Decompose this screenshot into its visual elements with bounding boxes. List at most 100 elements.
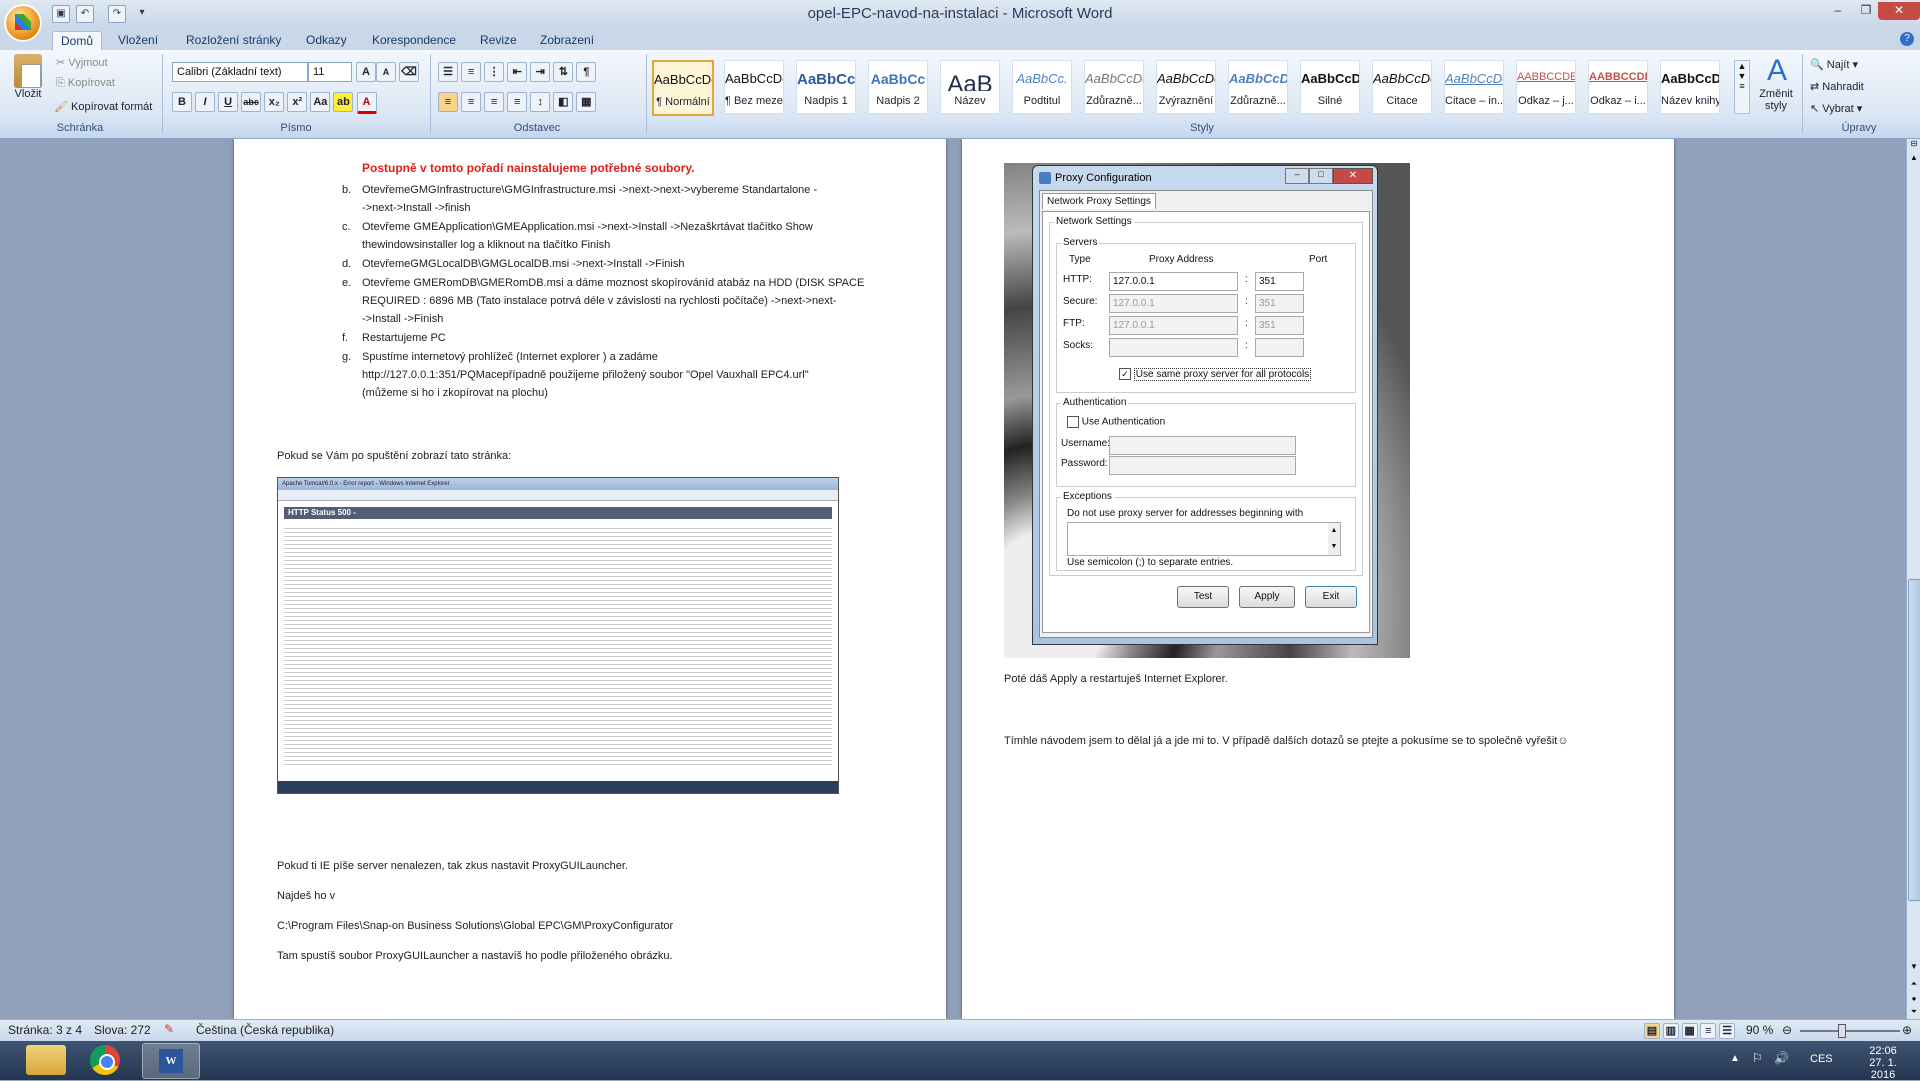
style-7[interactable]: AaBbCcDc Zdůrazně...	[1084, 60, 1144, 114]
minimize-icon[interactable]: –	[1824, 2, 1852, 20]
style-8[interactable]: AaBbCcDc Zvýraznění	[1156, 60, 1216, 114]
style-12[interactable]: AaBbCcDc Citace – in...	[1444, 60, 1504, 114]
scroll-arrows-icon[interactable]: ▲ ▼	[1328, 523, 1340, 555]
style-10[interactable]: AaBbCcDc Silné	[1300, 60, 1360, 114]
clock[interactable]: 22:06 27. 1. 2016	[1858, 1045, 1908, 1081]
copy-button[interactable]: ⎘ Kopírovat	[56, 77, 115, 90]
style-15[interactable]: AaBbCcDc Název knihy	[1660, 60, 1720, 114]
zoom-out-icon[interactable]: ⊖	[1782, 1023, 1792, 1037]
strikethrough-icon[interactable]: abc	[241, 92, 262, 112]
dialog-maximize-icon[interactable]: □	[1309, 168, 1333, 184]
increase-indent-icon[interactable]: ⇥	[530, 62, 551, 82]
style-4[interactable]: AaBbCc Nadpis 2	[868, 60, 928, 114]
style-1[interactable]: AaBbCcDc ¶ Normální	[652, 60, 714, 116]
ruler-toggle-icon[interactable]: ⊟	[1907, 139, 1920, 153]
proxy-port-field[interactable]: 351	[1255, 294, 1304, 313]
outline-icon[interactable]: ≡	[1700, 1023, 1717, 1039]
font-color-icon[interactable]: A	[356, 92, 377, 114]
help-icon[interactable]: ?	[1900, 32, 1914, 46]
change-case-icon[interactable]: Aa	[310, 92, 331, 112]
proxy-port-field[interactable]: 351	[1255, 272, 1304, 291]
language-indicator[interactable]: Čeština (Česká republika)	[196, 1023, 334, 1037]
italic-icon[interactable]: I	[195, 92, 216, 112]
underline-icon[interactable]: U	[218, 92, 239, 112]
font-name-combo[interactable]: Calibri (Základní text)	[172, 62, 308, 82]
proxy-address-field[interactable]: 127.0.0.1	[1109, 294, 1238, 313]
shrink-font-icon[interactable]: A	[376, 62, 396, 82]
multilevel-list-icon[interactable]: ⋮	[484, 62, 505, 82]
bold-icon[interactable]: B	[172, 92, 192, 112]
borders-icon[interactable]: ▦	[576, 92, 597, 112]
style-6[interactable]: AaBbCc. Podtitul	[1012, 60, 1072, 114]
proxy-port-field[interactable]: 351	[1255, 316, 1304, 335]
replace-button[interactable]: ⇄ Nahradit	[1810, 80, 1864, 93]
tab-zobrazeni[interactable]: Zobrazení	[532, 31, 602, 50]
vertical-scrollbar[interactable]: ⊟ ▲ ▼ ⏶ ● ⏷	[1906, 139, 1920, 1019]
password-field[interactable]	[1109, 456, 1296, 475]
exceptions-textarea[interactable]: ▲ ▼	[1067, 522, 1341, 556]
zoom-thumb[interactable]	[1838, 1024, 1846, 1038]
shading-icon[interactable]: ◧	[553, 92, 574, 112]
change-styles-button[interactable]: A Změnit styly	[1752, 54, 1802, 112]
tab-korespondence[interactable]: Korespondence	[364, 31, 464, 50]
apply-button[interactable]: Apply	[1239, 586, 1295, 608]
tab-domu[interactable]: Domů	[52, 31, 103, 51]
style-3[interactable]: AaBbCc Nadpis 1	[796, 60, 856, 114]
grow-font-icon[interactable]: A	[356, 62, 376, 82]
proxy-address-field[interactable]	[1109, 338, 1238, 357]
scroll-thumb[interactable]	[1908, 579, 1920, 901]
show-marks-icon[interactable]: ¶	[576, 62, 597, 82]
line-spacing-icon[interactable]: ↕	[530, 92, 551, 112]
use-auth-checkbox[interactable]: Use Authentication	[1067, 416, 1165, 428]
page-right[interactable]: Proxy Configuration – □ ✕ Network Proxy …	[962, 139, 1674, 1019]
find-button[interactable]: 🔍 Najít ▾	[1810, 58, 1858, 71]
browse-object-icon[interactable]: ●	[1907, 994, 1920, 1003]
volume-icon[interactable]: 🔊	[1774, 1051, 1789, 1065]
same-proxy-checkbox[interactable]: ✓ Use same proxy server for all protocol…	[1119, 367, 1312, 381]
page-left[interactable]: Postupně v tomto pořadí nainstalujeme po…	[234, 139, 946, 1019]
web-layout-icon[interactable]: ▦	[1681, 1023, 1698, 1039]
zoom-slider[interactable]	[1800, 1030, 1900, 1032]
dialog-minimize-icon[interactable]: –	[1285, 168, 1309, 184]
office-button[interactable]	[4, 4, 42, 42]
full-screen-icon[interactable]: ▥	[1662, 1023, 1679, 1039]
scroll-down-icon[interactable]: ▼	[1907, 962, 1920, 971]
username-field[interactable]	[1109, 436, 1296, 455]
tab-network-proxy-settings[interactable]: Network Proxy Settings	[1042, 193, 1156, 209]
tab-odkazy[interactable]: Odkazy	[298, 31, 355, 50]
word-count[interactable]: Slova: 272	[94, 1023, 151, 1037]
language-tray[interactable]: CES	[1810, 1053, 1833, 1065]
subscript-icon[interactable]: x₂	[264, 92, 285, 112]
numbering-icon[interactable]: ≡	[461, 62, 482, 82]
align-right-icon[interactable]: ≡	[484, 92, 505, 112]
zoom-in-icon[interactable]: ⊕	[1902, 1023, 1912, 1037]
proofing-icon[interactable]: ✎	[164, 1022, 174, 1036]
style-14[interactable]: AABBCCDE Odkaz – i...	[1588, 60, 1648, 114]
page-indicator[interactable]: Stránka: 3 z 4	[8, 1023, 82, 1037]
styles-scroll-icon[interactable]: ▲ ▼ ≡	[1734, 60, 1750, 114]
bullets-icon[interactable]: ☰	[438, 62, 458, 82]
draft-icon[interactable]: ☰	[1719, 1023, 1736, 1039]
test-button[interactable]: Test	[1177, 586, 1229, 608]
zoom-level[interactable]: 90 %	[1746, 1023, 1773, 1037]
style-11[interactable]: AaBbCcDc Citace	[1372, 60, 1432, 114]
align-center-icon[interactable]: ≡	[461, 92, 482, 112]
tab-rozlozeni-stranky[interactable]: Rozložení stránky	[178, 31, 289, 50]
proxy-port-field[interactable]	[1255, 338, 1304, 357]
format-painter-button[interactable]: 🖌 Kopírovat formát	[54, 100, 152, 113]
clear-format-icon[interactable]: ⌫	[399, 62, 420, 82]
highlight-icon[interactable]: ab	[333, 92, 354, 112]
justify-icon[interactable]: ≡	[507, 92, 528, 112]
maximize-icon[interactable]: ❐	[1852, 2, 1880, 20]
proxy-address-field[interactable]: 127.0.0.1	[1109, 272, 1238, 291]
align-left-icon[interactable]: ≡	[438, 92, 458, 112]
style-9[interactable]: AaBbCcDc Zdůrazně...	[1228, 60, 1288, 114]
explorer-icon[interactable]	[26, 1045, 66, 1075]
close-icon[interactable]: ✕	[1878, 2, 1920, 20]
next-page-icon[interactable]: ⏷	[1907, 1007, 1920, 1017]
style-2[interactable]: AaBbCcDc ¶ Bez mezer	[724, 60, 784, 114]
style-13[interactable]: AABBCCDE Odkaz – j...	[1516, 60, 1576, 114]
network-icon[interactable]: ⚐	[1752, 1051, 1763, 1065]
tray-arrow-icon[interactable]: ▲	[1730, 1053, 1740, 1064]
decrease-indent-icon[interactable]: ⇤	[507, 62, 528, 82]
